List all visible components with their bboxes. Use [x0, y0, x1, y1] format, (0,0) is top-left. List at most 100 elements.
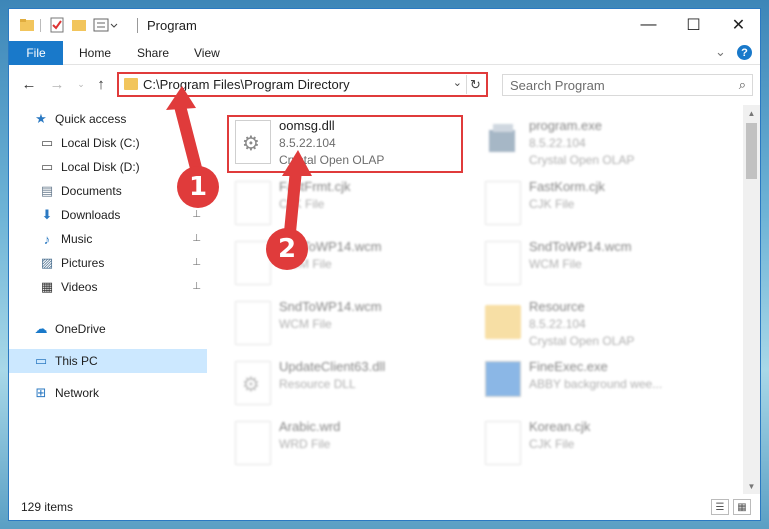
exe-file-icon [485, 361, 521, 397]
file-item[interactable]: SndToWP14.wcm WCM File [229, 297, 469, 353]
divider [137, 18, 138, 33]
file-icon [485, 421, 521, 465]
scroll-thumb[interactable] [746, 123, 757, 179]
file-name: Arabic.wrd [279, 419, 341, 434]
recent-locations-icon[interactable]: ⌄ [71, 74, 91, 94]
maximize-button[interactable]: ☐ [671, 9, 716, 41]
pictures-icon: ▨ [40, 255, 54, 270]
back-button[interactable]: ← [19, 74, 39, 94]
address-path[interactable]: C:\Program Files\Program Directory [143, 77, 350, 92]
sidebar-item-label: Network [55, 386, 100, 400]
sidebar-item-music[interactable]: ♪ Music ⊥ [9, 227, 207, 251]
pin-icon[interactable]: ⊥ [192, 233, 201, 244]
computer-icon: ▭ [34, 353, 48, 368]
vertical-scrollbar[interactable]: ▲ ▼ [743, 105, 760, 495]
sidebar-item-pictures[interactable]: ▨ Pictures ⊥ [9, 251, 207, 275]
properties-icon[interactable] [49, 17, 65, 33]
explorer-window: Program — ☐ ✕ File Home Share View ⌄ ? ←… [8, 8, 761, 521]
file-item[interactable]: SndToWP14.wcm WCM File [479, 237, 719, 293]
divider [40, 19, 41, 32]
sidebar-item-label: Pictures [61, 256, 105, 270]
dll-file-icon [235, 361, 271, 405]
customize-toolbar-icon[interactable] [93, 17, 119, 33]
tab-share[interactable]: Share [127, 41, 179, 65]
pin-icon[interactable]: ⊥ [192, 257, 201, 268]
tab-view[interactable]: View [184, 41, 230, 65]
file-subtitle: 8.5.22.104 [529, 317, 586, 331]
details-view-button[interactable]: ☰ [711, 499, 729, 515]
documents-icon: ▤ [40, 183, 54, 198]
file-subtitle: CJK File [279, 197, 325, 211]
navigation-row: ← → ⌄ ↑ C:\Program Files\Program Directo… [9, 66, 760, 102]
sidebar-item-label: Music [61, 232, 93, 246]
file-icon [235, 181, 271, 225]
file-item[interactable]: FastKorm.cjk CJK File [479, 177, 719, 233]
forward-button[interactable]: → [47, 74, 67, 94]
tab-home[interactable]: Home [69, 41, 121, 65]
tab-file[interactable]: File [9, 41, 63, 65]
sidebar-item-onedrive[interactable]: ☁ OneDrive [9, 317, 207, 341]
expand-ribbon-icon[interactable]: ⌄ [715, 44, 726, 60]
file-item[interactable]: program.exe 8.5.22.104 Crystal Open OLAP [479, 116, 719, 172]
music-icon: ♪ [43, 231, 51, 247]
scroll-down-icon[interactable]: ▼ [743, 478, 760, 495]
file-icon [235, 301, 271, 345]
file-subtitle: CJK File [529, 437, 575, 451]
file-subtitle: ABBY background wee... [529, 377, 663, 391]
network-icon: ⊞ [35, 385, 47, 400]
file-item[interactable]: Resource 8.5.22.104 Crystal Open OLAP [479, 297, 719, 353]
address-dropdown-icon[interactable]: ⌄ [453, 76, 462, 89]
file-item[interactable]: FineExec.exe ABBY background wee... [479, 357, 719, 413]
file-name: UpdateClient63.dll [279, 359, 386, 374]
file-item[interactable]: FastFrmt.cjk CJK File [229, 177, 469, 233]
window-title: Program [147, 18, 197, 33]
sidebar-item-label: Documents [61, 184, 122, 198]
refresh-button[interactable]: ↻ [466, 75, 484, 94]
help-icon[interactable]: ? [737, 45, 752, 60]
scroll-up-icon[interactable]: ▲ [743, 105, 760, 122]
folder-icon [485, 305, 521, 339]
sidebar-item-videos[interactable]: ▦ Videos ⊥ [9, 275, 207, 299]
file-name: FastKorm.cjk [529, 179, 605, 194]
status-bar: 129 items ☰ ▦ [9, 494, 760, 520]
file-name: program.exe [529, 118, 602, 133]
new-folder-icon[interactable] [71, 17, 87, 33]
up-button[interactable]: ↑ [91, 74, 111, 94]
sidebar-item-downloads[interactable]: ⬇ Downloads ⊥ [9, 203, 207, 227]
file-subtitle: 8.5.22.104 [529, 136, 586, 150]
navigation-pane: ★ Quick access ▭ Local Disk (C:) ▭ Local… [9, 105, 207, 495]
search-placeholder: Search Program [510, 78, 605, 93]
sidebar-item-quick-access[interactable]: ★ Quick access [9, 107, 207, 131]
sidebar-item-network[interactable]: ⊞ Network [9, 381, 207, 405]
close-button[interactable]: ✕ [716, 9, 760, 41]
file-name: SndToWP14.wcm [529, 239, 632, 254]
sidebar-item-local-disk-d[interactable]: ▭ Local Disk (D:) [9, 155, 207, 179]
minimize-button[interactable]: — [626, 9, 671, 41]
search-input[interactable]: Search Program ⌕ [502, 74, 753, 96]
file-icon [235, 421, 271, 465]
search-icon: ⌕ [738, 77, 746, 92]
folder-icon [124, 78, 138, 90]
sidebar-item-label: Quick access [55, 112, 127, 126]
file-item[interactable]: SndToWP14.wcm WCM File [229, 237, 469, 293]
pin-icon[interactable]: ⊥ [192, 209, 201, 220]
sidebar-item-local-disk-c[interactable]: ▭ Local Disk (C:) [9, 131, 207, 155]
step-1-badge: 1 [177, 166, 219, 208]
onedrive-icon: ☁ [34, 321, 48, 336]
file-item[interactable]: Korean.cjk CJK File [479, 417, 719, 473]
ribbon-tabs: File Home Share View ⌄ ? [9, 41, 760, 65]
tiles-view-button[interactable]: ▦ [733, 499, 751, 515]
drive-icon: ▭ [40, 135, 54, 150]
exe-file-icon [485, 120, 521, 164]
pin-icon[interactable]: ⊥ [192, 281, 201, 292]
sidebar-item-this-pc[interactable]: ▭ This PC [9, 349, 207, 373]
file-icon [485, 181, 521, 225]
file-subtitle: WRD File [279, 437, 331, 451]
file-subtitle: Crystal Open OLAP [529, 334, 635, 348]
file-item[interactable]: UpdateClient63.dll Resource DLL [229, 357, 469, 413]
file-item[interactable]: Arabic.wrd WRD File [229, 417, 469, 473]
address-bar[interactable]: C:\Program Files\Program Directory ⌄ ↻ [117, 72, 488, 97]
step-2-badge: 2 [266, 228, 308, 270]
title-bar: Program — ☐ ✕ [9, 9, 760, 41]
file-subtitle: Resource DLL [279, 377, 356, 391]
